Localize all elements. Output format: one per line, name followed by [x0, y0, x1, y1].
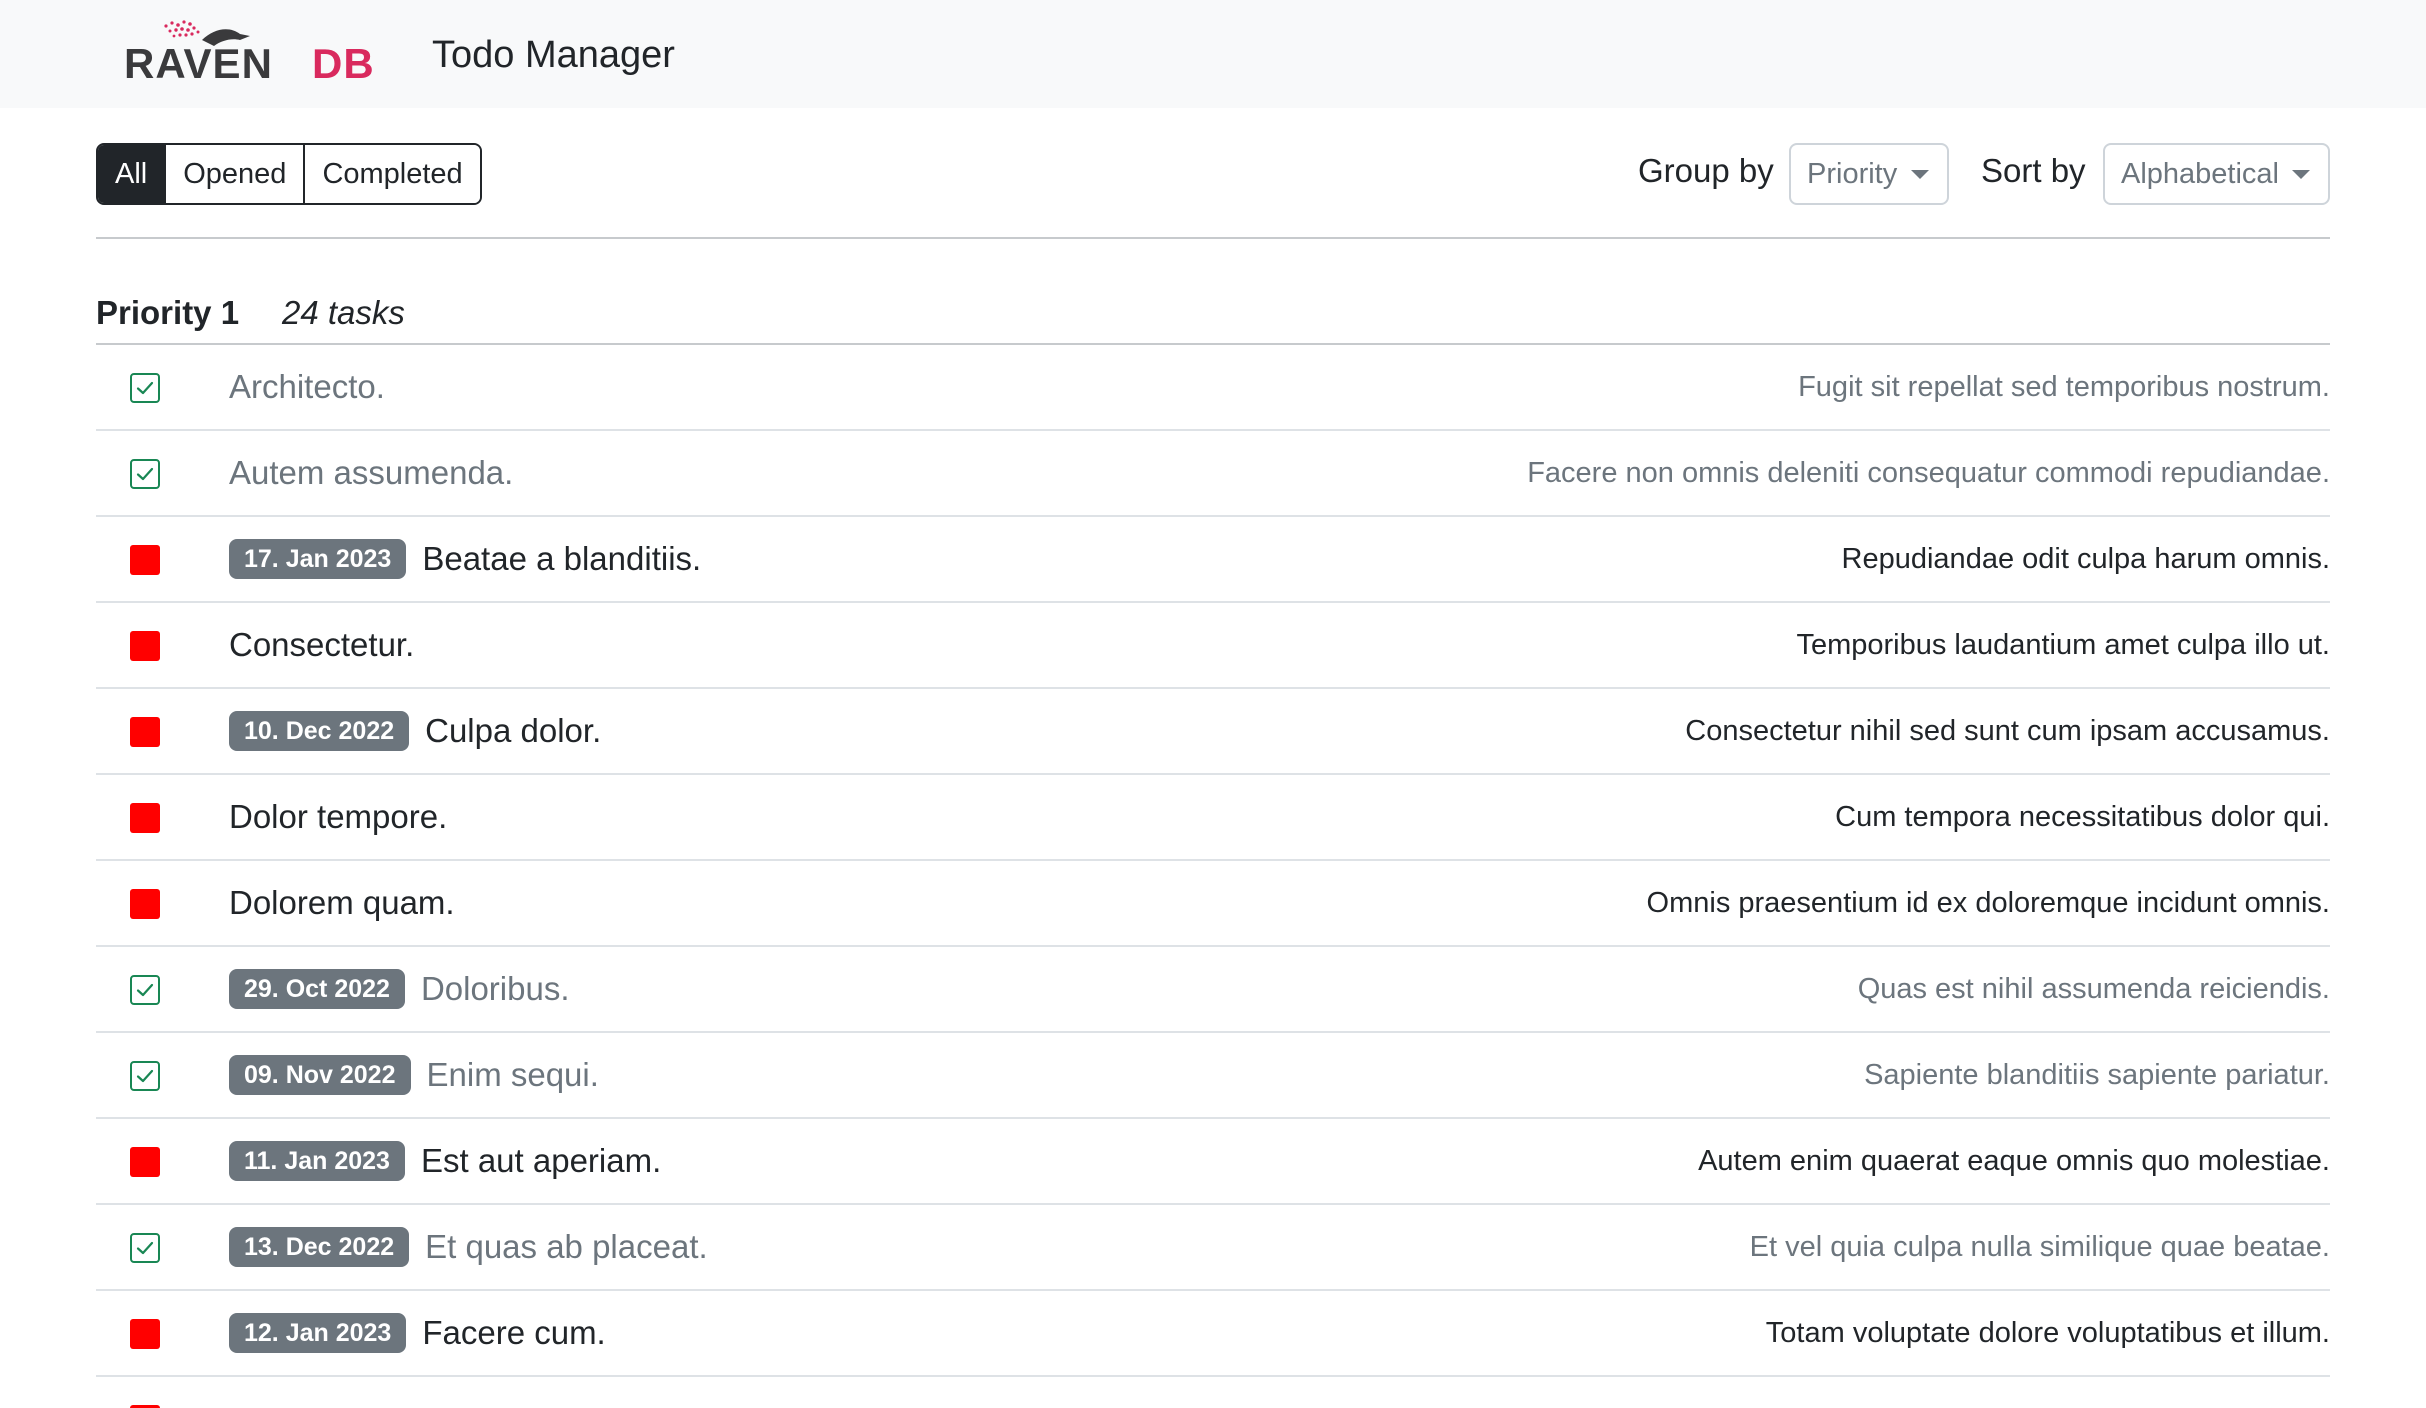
group-by-label: Group by	[1638, 152, 1774, 189]
task-description: Sapiente blanditiis sapiente pariatur.	[1864, 1059, 2330, 1091]
task-main: 11. Jan 2023 Est aut aperiam.	[229, 1119, 661, 1203]
open-status-icon[interactable]	[130, 1147, 160, 1177]
checked-checkbox-icon[interactable]	[130, 1061, 160, 1091]
task-row[interactable]: 29. Oct 2022 Doloribus. Quas est nihil ass…	[96, 947, 2330, 1033]
task-row[interactable]: 09. Nov 2022 Enim sequi. Sapiente blanditi…	[96, 1033, 2330, 1119]
app-title[interactable]: Todo Manager	[432, 36, 675, 74]
open-status-icon[interactable]	[130, 631, 160, 661]
filter-opened-button[interactable]: Opened	[164, 145, 304, 203]
divider	[96, 237, 2330, 239]
task-title[interactable]: Dolor tempore.	[229, 798, 447, 836]
task-row[interactable]: 13. Dec 2022 Et quas ab placeat. Et vel qu…	[96, 1205, 2330, 1291]
task-description: Consectetur nihil sed sunt cum ipsam acc…	[1685, 715, 2330, 747]
task-description: Facere non omnis deleniti consequatur co…	[1527, 457, 2330, 489]
task-title[interactable]: Culpa dolor.	[425, 712, 601, 750]
logo-text-raven: RAVEN	[124, 40, 273, 84]
due-date-badge: 29. Oct 2022	[229, 969, 405, 1009]
due-date-badge: 13. Dec 2022	[229, 1227, 410, 1267]
task-title[interactable]: Est aut aperiam.	[421, 1142, 661, 1180]
task-title[interactable]: Et quas ab placeat.	[425, 1228, 708, 1266]
open-status-icon[interactable]	[130, 889, 160, 919]
task-row[interactable]: 11. Jan 2023 Est aut aperiam. Autem enim q…	[96, 1119, 2330, 1205]
task-row[interactable]: Dolor tempore. Cum tempora necessitatibus…	[96, 775, 2330, 861]
task-row[interactable]: Architecto. Fugit sit repellat sed tempor…	[96, 345, 2330, 431]
caret-down-icon	[1911, 170, 1929, 179]
task-description: Temporibus laudantium amet culpa illo ut…	[1796, 629, 2330, 661]
raven-logo-icon: RAVEN DB	[124, 20, 375, 84]
task-title[interactable]: Dolorem quam.	[229, 884, 455, 922]
ravendb-logo[interactable]: RAVEN DB	[122, 18, 400, 84]
task-description: Quas est nihil assumenda reiciendis.	[1857, 973, 2330, 1005]
top-navbar: RAVEN DB Todo Manager	[0, 0, 2426, 108]
checked-checkbox-icon[interactable]	[130, 1233, 160, 1263]
group-by-value: Priority	[1807, 158, 1898, 190]
filter-button-group: All Opened Completed	[96, 143, 482, 205]
task-row[interactable]: Autem assumenda. Facere non omnis delenit…	[96, 431, 2330, 517]
task-title[interactable]: Doloribus.	[421, 970, 570, 1008]
task-title[interactable]: Architecto.	[229, 368, 385, 406]
task-description: Autem enim quaerat eaque omnis quo moles…	[1698, 1145, 2330, 1177]
group-task-count: 24 tasks	[282, 294, 405, 331]
group-by-select[interactable]: Priority	[1789, 143, 1949, 205]
open-status-icon[interactable]	[130, 1319, 160, 1349]
due-date-badge: 10. Dec 2022	[229, 711, 410, 751]
sort-by-value: Alphabetical	[2121, 158, 2279, 190]
open-status-icon[interactable]	[130, 803, 160, 833]
task-main: 12. Jan 2023 Facere cum.	[229, 1291, 606, 1375]
task-title[interactable]: Consectetur.	[229, 626, 414, 664]
caret-down-icon	[2292, 170, 2310, 179]
task-row[interactable]: 12. Jan 2023 Facere cum. Totam voluptate d…	[96, 1291, 2330, 1377]
filter-all-button[interactable]: All	[98, 145, 165, 203]
open-status-icon[interactable]	[130, 717, 160, 747]
toolbar: All Opened Completed Group by Priority S…	[96, 143, 2330, 205]
task-main: Dolorem quam.	[229, 861, 455, 945]
task-main: Autem assumenda.	[229, 431, 513, 515]
due-date-badge: 09. Nov 2022	[229, 1055, 411, 1095]
task-description: Et vel quia culpa nulla similique quae b…	[1749, 1231, 2330, 1263]
task-list: Architecto. Fugit sit repellat sed tempor…	[96, 345, 2330, 1408]
open-status-icon[interactable]	[130, 545, 160, 575]
checked-checkbox-icon[interactable]	[130, 373, 160, 403]
filter-completed-button[interactable]: Completed	[303, 145, 480, 203]
sort-by-label: Sort by	[1981, 152, 2086, 189]
task-title[interactable]: Facere cum.	[422, 1314, 605, 1352]
task-description: Totam voluptate dolore voluptatibus et i…	[1765, 1317, 2330, 1349]
checked-checkbox-icon[interactable]	[130, 459, 160, 489]
task-row[interactable]	[96, 1377, 2330, 1408]
task-title[interactable]: Enim sequi.	[427, 1056, 599, 1094]
logo-text-db: DB	[312, 40, 375, 84]
group-title: Priority 1	[96, 294, 240, 331]
due-date-badge: 17. Jan 2023	[229, 539, 407, 579]
task-description: Cum tempora necessitatibus dolor qui.	[1835, 801, 2330, 833]
sort-by-select[interactable]: Alphabetical	[2103, 143, 2330, 205]
task-description: Omnis praesentium id ex doloremque incid…	[1646, 887, 2330, 919]
task-row[interactable]: 10. Dec 2022 Culpa dolor. Consectetur nihi…	[96, 689, 2330, 775]
task-description: Repudiandae odit culpa harum omnis.	[1841, 543, 2330, 575]
task-main: 17. Jan 2023 Beatae a blanditiis.	[229, 517, 701, 601]
due-date-badge: 11. Jan 2023	[229, 1141, 405, 1181]
task-main: 29. Oct 2022 Doloribus.	[229, 947, 570, 1031]
task-description: Fugit sit repellat sed temporibus nostru…	[1798, 371, 2330, 403]
task-main: Architecto.	[229, 345, 385, 429]
task-row[interactable]: Consectetur. Temporibus laudantium amet c…	[96, 603, 2330, 689]
task-main: Dolor tempore.	[229, 775, 447, 859]
task-row[interactable]: 17. Jan 2023 Beatae a blanditiis. Repudian…	[96, 517, 2330, 603]
task-title[interactable]: Autem assumenda.	[229, 454, 513, 492]
task-main: 10. Dec 2022 Culpa dolor.	[229, 689, 601, 773]
task-main: Consectetur.	[229, 603, 414, 687]
checked-checkbox-icon[interactable]	[130, 975, 160, 1005]
task-main: 13. Dec 2022 Et quas ab placeat.	[229, 1205, 708, 1289]
task-title[interactable]: Beatae a blanditiis.	[422, 540, 701, 578]
group-header: Priority 1 24 tasks	[96, 290, 2330, 346]
due-date-badge: 12. Jan 2023	[229, 1313, 407, 1353]
task-main: 09. Nov 2022 Enim sequi.	[229, 1033, 599, 1117]
task-row[interactable]: Dolorem quam. Omnis praesentium id ex dol…	[96, 861, 2330, 947]
